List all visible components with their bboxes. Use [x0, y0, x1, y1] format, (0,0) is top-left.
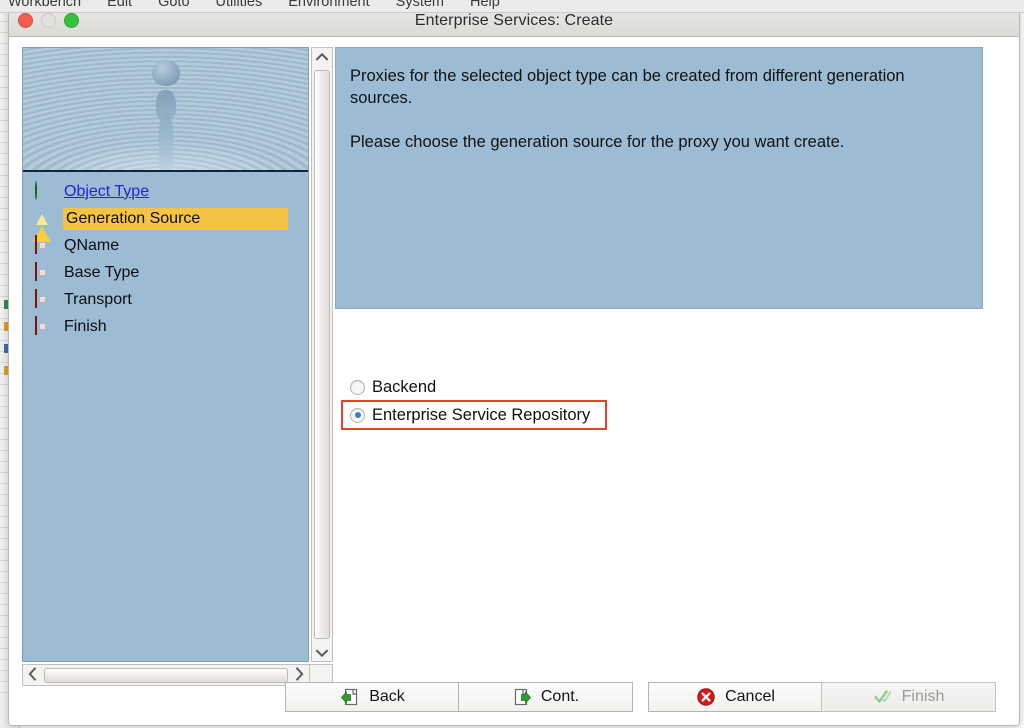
sidebar-item-label: Object Type: [64, 182, 150, 200]
red-square-icon: [33, 316, 52, 336]
page-back-arrow-icon: [341, 688, 358, 706]
menu-bar: Workbench Edit Goto Utilities Environmen…: [0, 0, 1024, 13]
radio-button-selected-icon[interactable]: [350, 407, 365, 423]
instruction-paragraph-2: Please choose the generation source for …: [350, 133, 845, 151]
window-title: Enterprise Services: Create: [414, 11, 614, 29]
radio-option-enterprise-service-repository[interactable]: Enterprise Service Repository: [341, 400, 607, 430]
menu-item-system[interactable]: System: [396, 0, 444, 10]
sidebar-item-label: Base Type: [64, 263, 140, 281]
red-square-icon: [33, 262, 52, 282]
wizard-sidebar: Object Type Generation Source QName Base…: [22, 47, 309, 662]
sidebar-item-generation-source[interactable]: Generation Source: [23, 205, 308, 242]
green-circle-icon: [33, 181, 52, 201]
back-button-label: Back: [369, 688, 405, 705]
droplet-head-shape: [151, 60, 180, 86]
instruction-paragraph-1: Proxies for the selected object type can…: [350, 67, 905, 107]
finish-button-label: Finish: [901, 688, 945, 705]
yellow-triangle-icon: [33, 209, 52, 242]
sidebar-item-transport[interactable]: Transport: [23, 286, 308, 313]
right-edge-filler: [1020, 0, 1024, 728]
menu-item-goto[interactable]: Goto: [158, 0, 189, 10]
instruction-panel: Proxies for the selected object type can…: [335, 47, 983, 309]
cancel-button[interactable]: Cancel: [648, 682, 823, 712]
menu-item-help[interactable]: Help: [470, 0, 500, 10]
red-x-circle-icon: [697, 688, 715, 706]
sidebar-item-label: QName: [64, 236, 120, 254]
radio-option-label: Enterprise Service Repository: [372, 406, 591, 424]
traffic-lights: [18, 13, 79, 28]
maximize-button[interactable]: [64, 13, 79, 28]
sidebar-item-base-type[interactable]: Base Type: [23, 259, 308, 286]
sidebar-item-label: Generation Source: [63, 207, 288, 230]
cancel-button-label: Cancel: [725, 688, 775, 705]
menu-item-edit[interactable]: Edit: [107, 0, 132, 10]
dialog-footer: Back Cont. Cancel Finish: [9, 682, 1019, 712]
scroll-down-icon[interactable]: [312, 642, 332, 661]
radio-option-backend[interactable]: Backend: [346, 374, 766, 400]
scroll-up-icon[interactable]: [312, 48, 332, 67]
splash-image: [23, 48, 308, 170]
menu-item-utilities[interactable]: Utilities: [216, 0, 263, 10]
horizontal-scroll-thumb[interactable]: [44, 667, 288, 683]
sidebar-item-label: Finish: [64, 317, 107, 335]
back-button[interactable]: Back: [285, 682, 460, 712]
continue-button[interactable]: Cont.: [458, 682, 633, 712]
red-square-icon: [33, 289, 52, 309]
sidebar-item-label: Transport: [64, 290, 132, 308]
sidebar-item-finish[interactable]: Finish: [23, 313, 308, 340]
page-forward-arrow-icon: [514, 688, 531, 706]
generation-source-radio-group: Backend Enterprise Service Repository: [341, 374, 766, 430]
enterprise-services-create-window: Enterprise Services: Create Object Type: [8, 4, 1020, 726]
vertical-scroll-thumb[interactable]: [314, 70, 330, 639]
wizard-step-list: Object Type Generation Source QName Base…: [23, 170, 308, 340]
green-check-icon: [873, 690, 892, 703]
screen-root: Workbench Edit Goto Utilities Environmen…: [0, 0, 1024, 728]
radio-button-unselected-icon[interactable]: [350, 379, 365, 395]
sidebar-item-qname[interactable]: QName: [23, 232, 308, 259]
menu-item-workbench[interactable]: Workbench: [8, 0, 81, 10]
minimize-button[interactable]: [41, 13, 56, 28]
window-body: Object Type Generation Source QName Base…: [9, 37, 1019, 725]
close-button[interactable]: [18, 13, 33, 28]
menu-item-environment[interactable]: Environment: [288, 0, 369, 10]
radio-option-label: Backend: [372, 378, 437, 396]
continue-button-label: Cont.: [540, 688, 580, 705]
red-square-icon: [33, 235, 52, 255]
droplet-column-shape: [158, 114, 173, 170]
sidebar-vertical-scrollbar[interactable]: [311, 47, 333, 662]
sidebar-item-object-type[interactable]: Object Type: [23, 178, 308, 205]
finish-button: Finish: [821, 682, 996, 712]
